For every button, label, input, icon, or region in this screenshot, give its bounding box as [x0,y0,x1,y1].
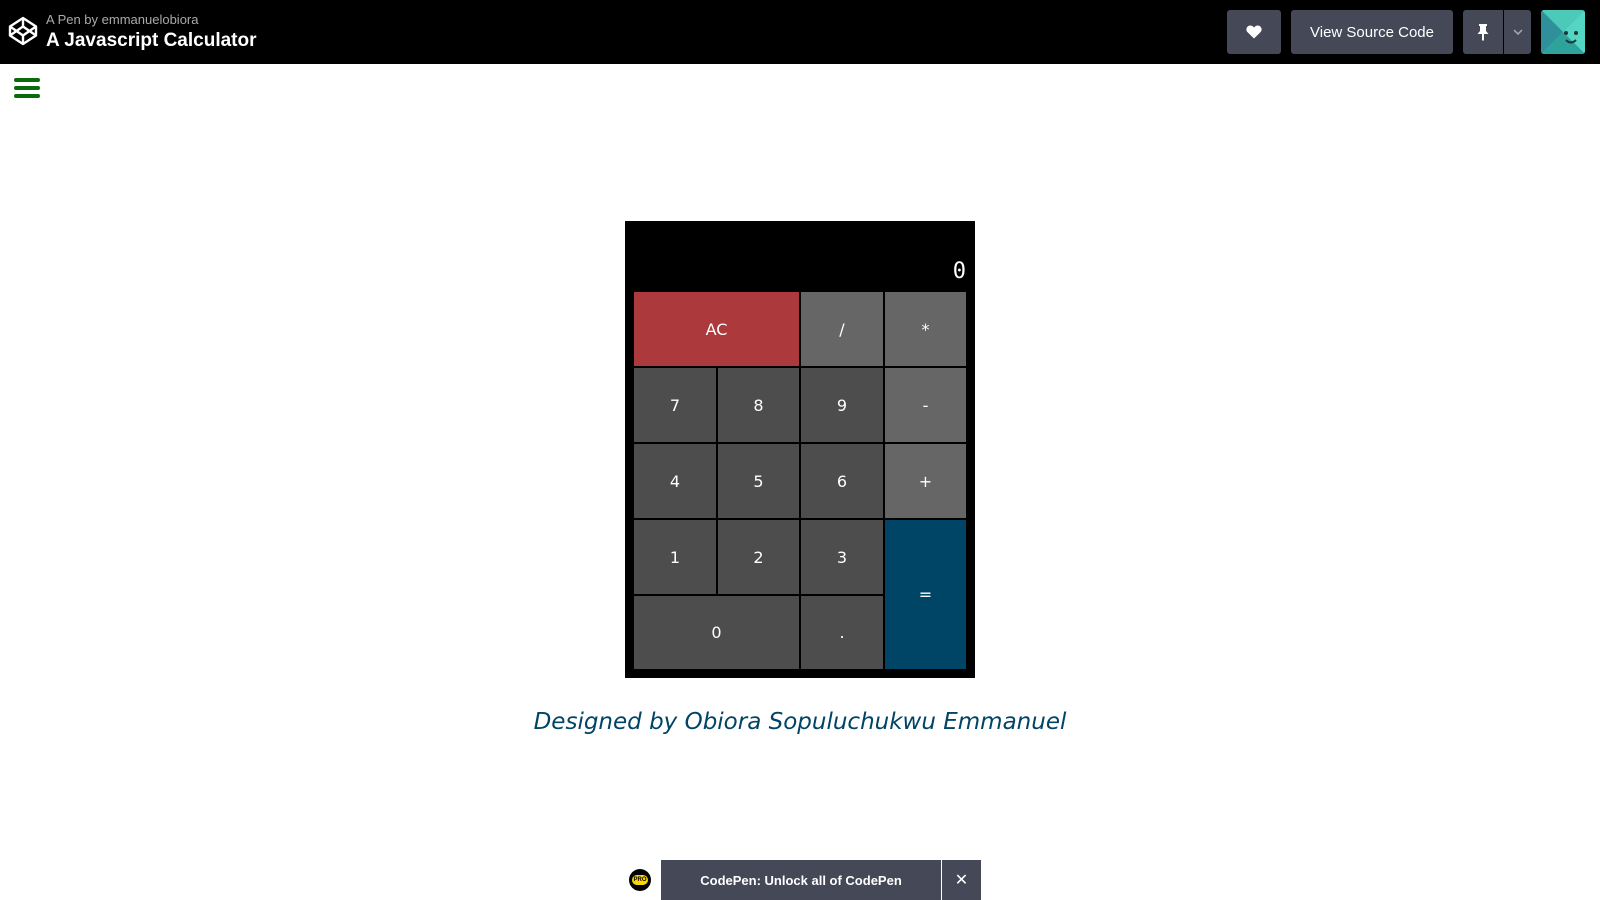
chevron-down-icon [1512,29,1523,35]
two-button[interactable]: 2 [717,519,800,595]
five-button[interactable]: 5 [717,443,800,519]
designer-credit: Designed by Obiora Sopuluchukwu Emmanuel [533,709,1067,735]
six-button[interactable]: 6 [800,443,884,519]
pin-icon [1477,24,1489,41]
multiply-button[interactable]: * [884,291,967,367]
codepen-logo-icon[interactable] [7,15,39,47]
one-button[interactable]: 1 [633,519,717,595]
nine-button[interactable]: 9 [800,367,884,443]
three-button[interactable]: 3 [800,519,884,595]
pro-badge-icon: PRO [629,869,651,891]
pro-badge-label: PRO [632,875,648,885]
equals-button[interactable]: = [884,519,967,670]
user-avatar[interactable] [1541,10,1585,54]
view-source-button[interactable]: View Source Code [1291,10,1453,54]
calculator: 0 AC / * 7 8 9 - 4 5 6 + 1 2 3 = 0 . [625,221,975,678]
close-icon[interactable]: ✕ [942,860,981,900]
clear-button[interactable]: AC [633,291,800,367]
top-bar: A Pen by emmanuelobiora A Javascript Cal… [0,0,1600,64]
pen-author[interactable]: A Pen by emmanuelobiora [46,12,198,27]
add-button[interactable]: + [884,443,967,519]
calculator-display: 0 [952,259,966,284]
heart-icon [1246,25,1262,39]
pin-button[interactable] [1463,10,1503,54]
seven-button[interactable]: 7 [633,367,717,443]
heart-button[interactable] [1227,10,1281,54]
divide-button[interactable]: / [800,291,884,367]
decimal-button[interactable]: . [800,595,884,670]
eight-button[interactable]: 8 [717,367,800,443]
zero-button[interactable]: 0 [633,595,800,670]
hamburger-menu-icon[interactable] [14,78,40,100]
four-button[interactable]: 4 [633,443,717,519]
pin-menu-button[interactable] [1504,10,1531,54]
pen-title: A Javascript Calculator [46,30,257,51]
unlock-codepen-button[interactable]: CodePen: Unlock all of CodePen [661,860,941,900]
subtract-button[interactable]: - [884,367,967,443]
